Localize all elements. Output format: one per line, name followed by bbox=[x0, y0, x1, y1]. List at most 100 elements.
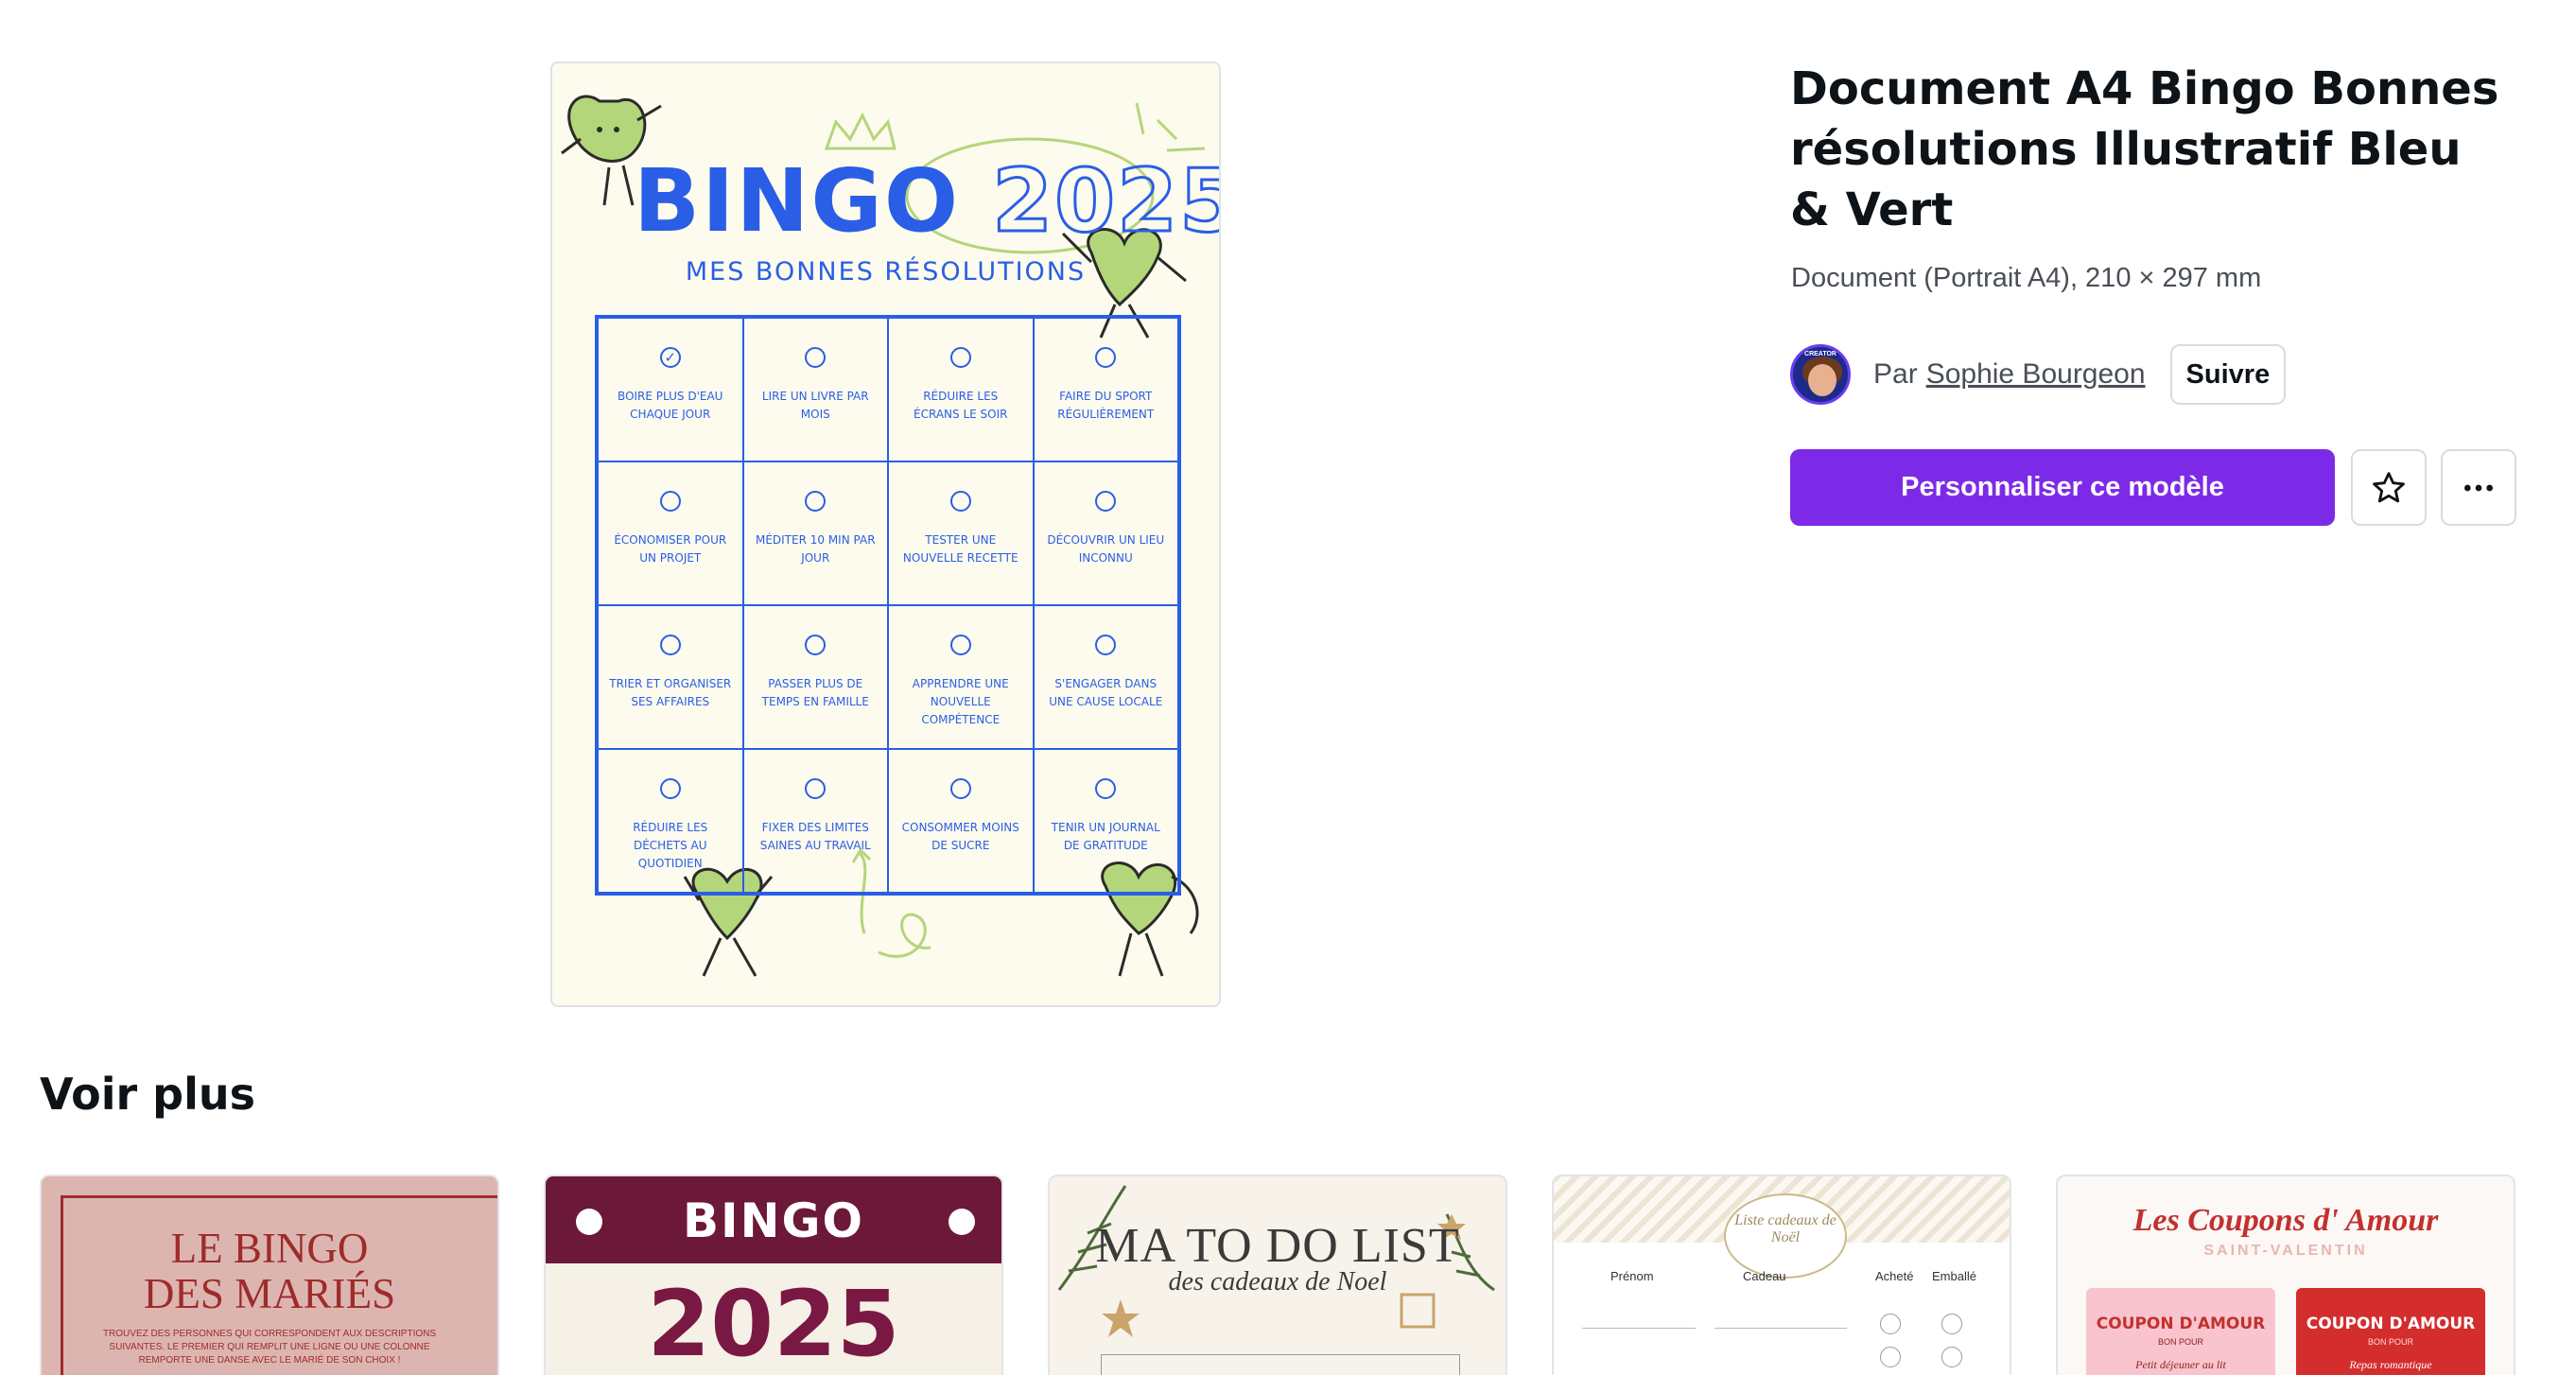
bingo-cell: Réduire les déchets au quotidien bbox=[598, 749, 743, 893]
bingo-cell: Trier et organiser ses affaires bbox=[598, 605, 743, 749]
column-header: Emballé bbox=[1932, 1269, 1976, 1283]
bingo-cell-text: Passer plus de temps en famille bbox=[761, 677, 869, 708]
column-header: Acheté bbox=[1875, 1269, 1914, 1283]
empty-circle-icon bbox=[1095, 635, 1117, 655]
card-title-line: LE BINGO bbox=[170, 1225, 369, 1272]
bingo-cell-text: Boire plus d'eau chaque jour bbox=[618, 390, 723, 421]
empty-circle-icon bbox=[949, 778, 971, 799]
bingo-cell-text: Économiser pour un projet bbox=[614, 533, 727, 565]
coupon-title: COUPON D'AMOUR bbox=[2306, 1314, 2476, 1333]
bingo-cell-text: Trier et organiser ses affaires bbox=[609, 677, 732, 708]
bingo-cell-text: Fixer des limites saines au travail bbox=[759, 821, 871, 852]
card-title-line: DES MARIÉS bbox=[143, 1270, 396, 1317]
bingo-cell-text: Méditer 10 min par jour bbox=[755, 533, 876, 565]
bingo-cell: Tenir un journal de gratitude bbox=[1033, 749, 1178, 893]
bingo-cell: Passer plus de temps en famille bbox=[742, 605, 888, 749]
empty-circle-icon bbox=[659, 778, 681, 799]
related-template-card[interactable]: MA TO DO LIST des cadeaux de Noel bbox=[1048, 1175, 1507, 1375]
bingo-title: BINGO 2025 bbox=[634, 149, 1219, 253]
bingo-cell-text: Tester une nouvelle recette bbox=[902, 533, 1018, 565]
see-more-heading: Voir plus bbox=[40, 1069, 255, 1120]
avatar-creator-badge: CREATOR bbox=[1804, 351, 1836, 357]
bingo-cell-text: S'engager dans une cause locale bbox=[1049, 677, 1163, 708]
bingo-cell-text: Consommer moins de sucre bbox=[901, 821, 1019, 852]
bingo-cell: Consommer moins de sucre bbox=[888, 749, 1034, 893]
coupon-line: Repas romantique bbox=[2349, 1358, 2432, 1371]
author-link[interactable]: Sophie Bourgeon bbox=[1926, 358, 2146, 391]
author-row: CREATOR Par Sophie Bourgeon Suivre bbox=[1790, 344, 2287, 405]
empty-circle-icon bbox=[1095, 491, 1117, 512]
table-line bbox=[1582, 1328, 1696, 1329]
bingo-cell-text: Réduire les écrans le soir bbox=[914, 390, 1008, 421]
bingo-cell: S'engager dans une cause locale bbox=[1033, 605, 1178, 749]
card-table bbox=[1101, 1354, 1460, 1375]
checkbox-circle bbox=[1880, 1347, 1901, 1367]
avatar[interactable]: CREATOR bbox=[1790, 344, 1851, 405]
bingo-cell-text: Découvrir un lieu inconnu bbox=[1047, 533, 1165, 565]
bingo-cell: Réduire les écrans le soir bbox=[888, 318, 1034, 461]
coupon-subtitle: BON POUR bbox=[2367, 1337, 2413, 1347]
bingo-cell: Découvrir un lieu inconnu bbox=[1033, 461, 1178, 605]
card-badge: Liste cadeaux de Noël bbox=[1724, 1193, 1847, 1279]
empty-circle-icon bbox=[805, 778, 827, 799]
bingo-cell-text: Réduire les déchets au quotidien bbox=[633, 821, 708, 870]
empty-circle-icon bbox=[659, 491, 681, 512]
card-title: MA TO DO LIST bbox=[1095, 1219, 1460, 1273]
checkbox-circle bbox=[1880, 1314, 1901, 1334]
empty-circle-icon bbox=[805, 635, 827, 655]
more-options-button[interactable] bbox=[2441, 449, 2516, 526]
more-horizontal-icon bbox=[2464, 484, 2493, 491]
empty-circle-icon bbox=[949, 635, 971, 655]
bingo-cell-text: Apprendre une nouvelle compétence bbox=[912, 677, 1009, 726]
empty-circle-icon bbox=[1095, 347, 1117, 368]
coupon-subtitle: BON POUR bbox=[2157, 1337, 2203, 1347]
column-header: Cadeau bbox=[1743, 1269, 1786, 1283]
bingo-cell: Lire un livre par mois bbox=[742, 318, 888, 461]
checkbox-circle bbox=[1941, 1314, 1962, 1334]
card-description: Trouvez des personnes qui correspondent … bbox=[102, 1329, 437, 1366]
bingo-word: BINGO bbox=[634, 150, 961, 252]
empty-circle-icon bbox=[659, 635, 681, 655]
template-meta: Document (Portrait A4), 210 × 297 mm bbox=[1791, 263, 2262, 293]
gift-icon bbox=[1400, 1293, 1436, 1329]
card-title: Les Coupons d' Amour bbox=[2132, 1203, 2439, 1238]
empty-circle-icon bbox=[949, 491, 971, 512]
customize-template-button[interactable]: Personnaliser ce modèle bbox=[1790, 449, 2335, 526]
spark-doodle bbox=[1135, 102, 1206, 152]
bingo-cell: ✓ Boire plus d'eau chaque jour bbox=[598, 318, 743, 461]
card-subtitle: des cadeaux de Noel bbox=[1168, 1267, 1387, 1297]
coupon-line: Petit déjeuner au lit bbox=[2135, 1358, 2226, 1371]
related-template-card[interactable]: Les Coupons d' Amour SAINT-VALENTIN COUP… bbox=[2056, 1175, 2515, 1375]
bingo-grid: ✓ Boire plus d'eau chaque jour Lire un liv… bbox=[595, 315, 1181, 896]
empty-circle-icon bbox=[805, 491, 827, 512]
related-template-card[interactable]: LE BINGO DES MARIÉS Trouvez des personne… bbox=[40, 1175, 499, 1375]
star-icon bbox=[2373, 471, 2405, 502]
related-template-card[interactable]: BINGO 2025 bbox=[544, 1175, 1003, 1375]
avatar-face bbox=[1808, 364, 1836, 396]
related-template-card[interactable]: Liste cadeaux de Noël Prénom Cadeau Ache… bbox=[1552, 1175, 2011, 1375]
table-line bbox=[1714, 1328, 1847, 1329]
checkbox-circle bbox=[1941, 1347, 1962, 1367]
empty-circle-icon bbox=[949, 347, 971, 368]
card-year: 2025 bbox=[647, 1271, 900, 1375]
star-decoration-icon bbox=[1102, 1299, 1140, 1337]
bingo-cell: Faire du sport régulièrement bbox=[1033, 318, 1178, 461]
coupon-title: COUPON D'AMOUR bbox=[2096, 1314, 2266, 1333]
bingo-cell-text: Tenir un journal de gratitude bbox=[1051, 821, 1160, 852]
template-title: Document A4 Bingo Bonnes résolutions Ill… bbox=[1790, 62, 2499, 236]
bingo-cell: Tester une nouvelle recette bbox=[888, 461, 1034, 605]
bingo-subtitle: MES BONNES RÉSOLUTIONS bbox=[685, 257, 1087, 287]
bingo-cell-text: Lire un livre par mois bbox=[761, 390, 869, 421]
author-prefix: Par bbox=[1873, 358, 1918, 390]
favorite-button[interactable] bbox=[2351, 449, 2427, 526]
coupon: COUPON D'AMOUR BON POUR Petit déjeuner a… bbox=[2086, 1288, 2275, 1375]
checkmark-circle-icon: ✓ bbox=[659, 347, 681, 368]
bingo-cell: Apprendre une nouvelle compétence bbox=[888, 605, 1034, 749]
bingo-cell: Économiser pour un projet bbox=[598, 461, 743, 605]
card-title: BINGO bbox=[682, 1193, 865, 1248]
empty-circle-icon bbox=[805, 347, 827, 368]
bingo-cell: Méditer 10 min par jour bbox=[742, 461, 888, 605]
bingo-year: 2025 bbox=[991, 149, 1221, 253]
follow-button[interactable]: Suivre bbox=[2169, 344, 2287, 405]
template-preview[interactable]: BINGO 2025 MES BONNES RÉSOLUTIONS ✓ Boire… bbox=[550, 61, 1221, 1007]
